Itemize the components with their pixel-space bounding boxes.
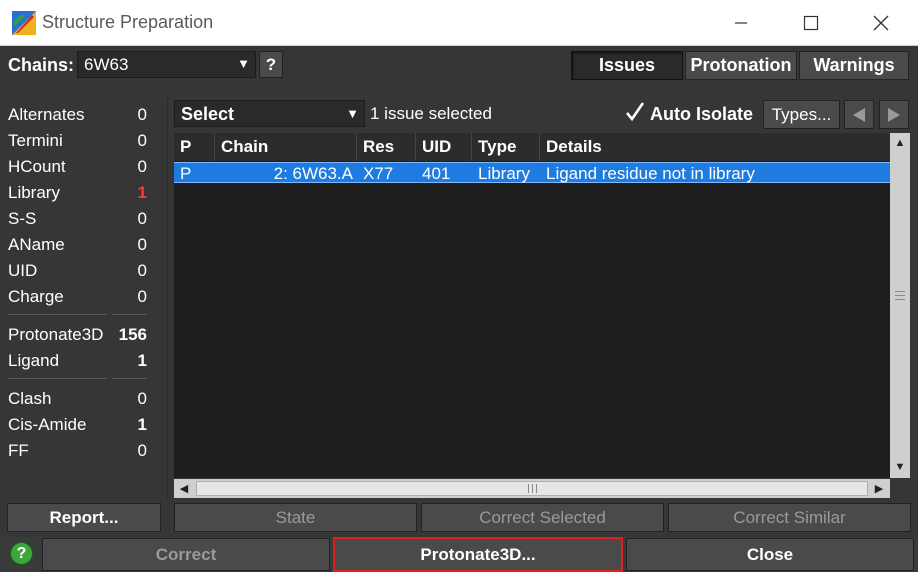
scroll-grip <box>532 484 533 493</box>
table-row[interactable]: P 2: 6W63.A X77 401 Library Ligand resid… <box>174 162 890 183</box>
window-title: Structure Preparation <box>42 12 214 32</box>
vertical-scrollbar[interactable]: ▲ ▼ <box>890 133 910 478</box>
arrow-right-icon <box>888 107 900 122</box>
cell-type: Library <box>478 164 530 183</box>
types-button[interactable]: Types... <box>763 100 840 129</box>
panel-divider <box>167 98 168 498</box>
select-dropdown[interactable]: Select ▼ <box>174 100 365 127</box>
stat-value-uid: 0 <box>137 261 147 280</box>
chains-label: Chains: <box>8 55 75 75</box>
cell-chain: 2: 6W63.A <box>273 164 353 183</box>
stat-label-protonate3d: Protonate3D <box>8 325 104 344</box>
stat-value-hcount: 0 <box>137 157 147 176</box>
cell-p: P <box>180 164 192 183</box>
divider <box>112 378 147 379</box>
auto-isolate-label: Auto Isolate <box>650 104 754 124</box>
divider <box>8 314 107 315</box>
stat-label-aname: AName <box>8 235 65 254</box>
column-header-uid[interactable]: UID <box>416 133 472 161</box>
report-button[interactable]: Report... <box>7 503 161 532</box>
scroll-grip <box>895 291 905 292</box>
stat-value-aname: 0 <box>137 235 147 254</box>
protonate3d-button[interactable]: Protonate3D... <box>333 537 623 572</box>
tab-protonation[interactable]: Protonation <box>685 51 797 80</box>
table-header: P Chain Res UID Type Details <box>174 133 890 161</box>
stat-label-hcount: HCount <box>8 157 66 176</box>
stat-value-alternates: 0 <box>137 105 147 124</box>
scroll-grip <box>895 295 905 296</box>
column-header-chain[interactable]: Chain <box>215 133 357 161</box>
stat-value-ff: 0 <box>137 441 147 460</box>
issue-count-status: 1 issue selected <box>370 104 492 123</box>
stat-label-cis-amide: Cis-Amide <box>8 415 87 434</box>
stat-value-ss: 0 <box>137 209 147 228</box>
app-icon <box>12 11 36 35</box>
scroll-grip <box>895 299 905 300</box>
cell-details: Ligand residue not in library <box>546 164 755 183</box>
stat-label-uid: UID <box>8 261 38 280</box>
correct-similar-button[interactable]: Correct Similar <box>668 503 911 532</box>
tab-issues[interactable]: Issues <box>571 51 683 80</box>
scroll-grip <box>536 484 537 493</box>
minimize-button[interactable] <box>718 0 764 46</box>
divider <box>112 314 147 315</box>
stat-value-clash: 0 <box>137 389 147 408</box>
chains-help-button[interactable]: ? <box>259 51 283 78</box>
chains-value: 6W63 <box>84 55 129 74</box>
state-button[interactable]: State <box>174 503 417 532</box>
scroll-right-icon[interactable]: ▶ <box>871 480 887 496</box>
chevron-down-icon: ▼ <box>346 106 359 121</box>
stat-value-ligand: 1 <box>137 351 147 370</box>
help-icon[interactable]: ? <box>10 542 33 565</box>
select-value: Select <box>181 104 235 124</box>
cell-res: X77 <box>363 164 394 183</box>
stat-value-cis-amide: 1 <box>137 415 147 434</box>
cell-uid: 401 <box>422 164 451 183</box>
footer-bar: ? Correct Protonate3D... Close <box>0 537 918 572</box>
stat-value-protonate3d: 156 <box>118 325 147 344</box>
stat-value-charge: 0 <box>137 287 147 306</box>
stat-value-library: 1 <box>137 183 147 202</box>
stat-value-termini: 0 <box>137 131 147 150</box>
horizontal-scrollbar[interactable]: ◀ ▶ <box>174 479 890 498</box>
issues-table: P Chain Res UID Type Details P 2: 6W63.A… <box>174 133 890 478</box>
column-header-p[interactable]: P <box>174 133 215 161</box>
maximize-button[interactable] <box>788 0 834 46</box>
close-button[interactable]: Close <box>626 538 914 571</box>
scroll-up-icon[interactable]: ▲ <box>892 135 908 151</box>
tab-warnings[interactable]: Warnings <box>799 51 909 80</box>
auto-isolate-checkbox[interactable] <box>624 101 646 123</box>
stat-label-ss: S-S <box>8 209 37 228</box>
stat-label-ff: FF <box>8 441 29 460</box>
scroll-grip <box>528 484 529 493</box>
stat-label-alternates: Alternates <box>8 105 85 124</box>
divider <box>8 378 107 379</box>
chains-dropdown[interactable]: 6W63 ▼ <box>77 51 256 78</box>
stat-label-termini: Termini <box>8 131 63 150</box>
chevron-down-icon: ▼ <box>237 56 250 71</box>
stat-label-clash: Clash <box>8 389 52 408</box>
scroll-down-icon[interactable]: ▼ <box>892 459 908 475</box>
close-window-button[interactable] <box>858 0 904 46</box>
previous-button[interactable] <box>844 100 874 129</box>
scroll-left-icon[interactable]: ◀ <box>176 480 192 496</box>
correct-button[interactable]: Correct <box>42 538 330 571</box>
title-bar: Structure Preparation <box>0 0 918 46</box>
correct-selected-button[interactable]: Correct Selected <box>421 503 664 532</box>
arrow-left-icon <box>853 107 865 122</box>
column-header-details[interactable]: Details <box>540 133 890 161</box>
next-button[interactable] <box>879 100 909 129</box>
stat-label-library: Library <box>8 183 60 202</box>
stat-label-charge: Charge <box>8 287 64 306</box>
column-header-type[interactable]: Type <box>472 133 540 161</box>
stat-label-ligand: Ligand <box>8 351 60 370</box>
column-header-res[interactable]: Res <box>357 133 416 161</box>
